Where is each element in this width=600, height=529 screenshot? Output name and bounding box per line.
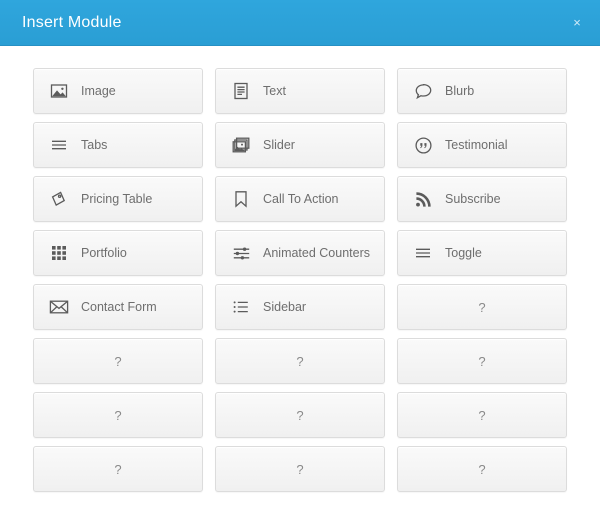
bookmark-icon <box>230 188 252 210</box>
module-placeholder-label: ? <box>114 353 122 369</box>
quote-circle-icon <box>412 134 434 156</box>
module-button-tabs[interactable]: Tabs <box>33 122 203 168</box>
module-button-label: Contact Form <box>81 299 157 314</box>
speech-bubble-icon <box>412 80 434 102</box>
bullet-list-icon <box>230 296 252 318</box>
module-button-placeholder[interactable]: ? <box>33 392 203 438</box>
module-placeholder-label: ? <box>114 461 122 477</box>
close-icon[interactable]: × <box>568 14 586 32</box>
document-text-icon <box>230 80 252 102</box>
module-grid: Image Text Blurb Tabs Slider Testimonial Prici… <box>33 68 572 492</box>
module-placeholder-label: ? <box>114 407 122 423</box>
module-button-testimonial[interactable]: Testimonial <box>397 122 567 168</box>
module-placeholder-label: ? <box>478 407 486 423</box>
module-button-contact-form[interactable]: Contact Form <box>33 284 203 330</box>
module-placeholder-label: ? <box>478 353 486 369</box>
module-button-call-to-action[interactable]: Call To Action <box>215 176 385 222</box>
module-list-body: Image Text Blurb Tabs Slider Testimonial Prici… <box>0 46 600 492</box>
insert-module-dialog: Insert Module × Image Text Blurb Tabs Slider… <box>0 0 600 529</box>
module-button-label: Blurb <box>445 83 475 98</box>
price-tag-icon <box>48 188 70 210</box>
module-button-placeholder[interactable]: ? <box>33 446 203 492</box>
module-button-image[interactable]: Image <box>33 68 203 114</box>
module-button-label: Tabs <box>81 137 108 152</box>
module-placeholder-label: ? <box>478 461 486 477</box>
module-button-sidebar[interactable]: Sidebar <box>215 284 385 330</box>
module-button-placeholder[interactable]: ? <box>215 338 385 384</box>
module-button-label: Pricing Table <box>81 191 153 206</box>
module-button-label: Testimonial <box>445 137 508 152</box>
module-button-label: Text <box>263 83 286 98</box>
module-button-slider[interactable]: Slider <box>215 122 385 168</box>
module-button-portfolio[interactable]: Portfolio <box>33 230 203 276</box>
module-button-subscribe[interactable]: Subscribe <box>397 176 567 222</box>
module-button-pricing-table[interactable]: Pricing Table <box>33 176 203 222</box>
grid-squares-icon <box>48 242 70 264</box>
module-placeholder-label: ? <box>296 353 304 369</box>
page-title: Insert Module <box>22 13 122 31</box>
module-button-placeholder[interactable]: ? <box>397 392 567 438</box>
hamburger-lines-icon <box>412 242 434 264</box>
stacked-images-icon <box>230 134 252 156</box>
module-placeholder-label: ? <box>478 299 486 315</box>
module-button-placeholder[interactable]: ? <box>215 446 385 492</box>
module-button-placeholder[interactable]: ? <box>397 284 567 330</box>
module-button-text[interactable]: Text <box>215 68 385 114</box>
hamburger-lines-icon <box>48 134 70 156</box>
module-button-placeholder[interactable]: ? <box>33 338 203 384</box>
sliders-icon <box>230 242 252 264</box>
module-button-label: Animated Counters <box>263 245 371 260</box>
module-button-blurb[interactable]: Blurb <box>397 68 567 114</box>
module-button-animated-counters[interactable]: Animated Counters <box>215 230 385 276</box>
module-button-label: Toggle <box>445 245 482 260</box>
module-button-placeholder[interactable]: ? <box>397 446 567 492</box>
module-placeholder-label: ? <box>296 461 304 477</box>
module-button-label: Portfolio <box>81 245 127 260</box>
rss-feed-icon <box>412 188 434 210</box>
module-placeholder-label: ? <box>296 407 304 423</box>
module-button-placeholder[interactable]: ? <box>215 392 385 438</box>
module-button-label: Slider <box>263 137 295 152</box>
module-button-label: Subscribe <box>445 191 501 206</box>
dialog-header: Insert Module × <box>0 0 600 46</box>
module-button-label: Call To Action <box>263 191 339 206</box>
module-button-placeholder[interactable]: ? <box>397 338 567 384</box>
module-button-toggle[interactable]: Toggle <box>397 230 567 276</box>
envelope-icon <box>48 296 70 318</box>
module-button-label: Sidebar <box>263 299 307 314</box>
module-button-label: Image <box>81 83 116 98</box>
image-icon <box>48 80 70 102</box>
